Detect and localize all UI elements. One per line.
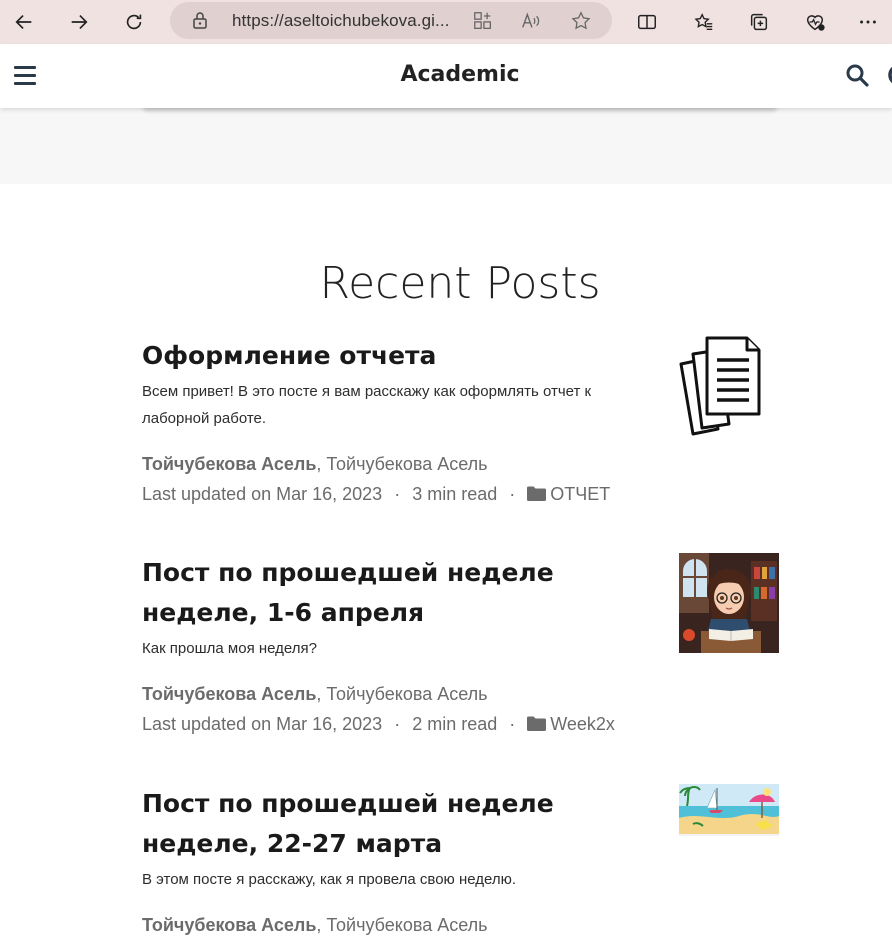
author-link[interactable]: Тойчубекова Асель xyxy=(326,915,487,935)
post-read-time: 3 min read xyxy=(412,484,498,504)
post-summary: В этом посте я расскажу, как я провела с… xyxy=(142,871,517,888)
author-separator: , xyxy=(316,454,327,474)
meta-separator: · xyxy=(509,714,516,734)
post-authors: Тойчубекова Асель, Тойчубекова Асель xyxy=(142,910,782,940)
section-title: Recent Posts xyxy=(319,258,601,309)
site-navbar: Academic xyxy=(0,44,892,108)
browser-essentials-icon[interactable] xyxy=(799,6,831,38)
girl-studying-image[interactable] xyxy=(679,553,779,653)
post-read-time: 2 min read xyxy=(412,714,498,734)
more-menu-icon[interactable] xyxy=(852,6,884,38)
theme-toggle-icon[interactable] xyxy=(885,64,892,86)
search-icon[interactable] xyxy=(845,63,869,87)
address-bar[interactable]: https://aseltoichubekova.gi... xyxy=(170,2,612,39)
post-title[interactable]: Пост по прошедшей неделе неделе, 22-27 м… xyxy=(142,784,662,864)
site-title[interactable]: Academic xyxy=(0,62,892,87)
post-authors: Тойчубекова Асель, Тойчубекова Асель xyxy=(142,449,782,479)
post-item: Пост по прошедшей неделе неделе, 22-27 м… xyxy=(142,784,782,940)
app-available-icon[interactable] xyxy=(470,8,496,34)
author-separator: , xyxy=(316,915,327,935)
post-meta: Last updated on Mar 16, 2023 · 2 min read ·… xyxy=(142,709,782,739)
meta-separator: · xyxy=(394,714,401,734)
meta-separator: · xyxy=(394,484,401,504)
favorites-icon[interactable] xyxy=(688,6,720,38)
post-category[interactable]: Week2x xyxy=(550,714,615,734)
documents-icon[interactable] xyxy=(679,336,779,436)
post-item: Пост по прошедшей неделе неделе, 1-6 апр… xyxy=(142,553,782,739)
url-text[interactable]: https://aseltoichubekova.gi... xyxy=(232,11,462,31)
author-separator: , xyxy=(316,684,327,704)
forward-arrow-icon[interactable] xyxy=(63,6,95,38)
post-item: Оформление отчета Всем привет! В это пос… xyxy=(142,336,782,509)
post-title[interactable]: Пост по прошедшей неделе неделе, 1-6 апр… xyxy=(142,553,662,633)
beach-image[interactable] xyxy=(679,784,779,836)
post-updated: Last updated on Mar 16, 2023 xyxy=(142,484,383,504)
lock-icon[interactable] xyxy=(190,10,210,30)
split-screen-icon[interactable] xyxy=(631,6,663,38)
post-category[interactable]: ОТЧЕТ xyxy=(550,484,610,504)
author-link[interactable]: Тойчубекова Асель xyxy=(326,684,487,704)
author-link[interactable]: Тойчубекова Асель xyxy=(142,915,316,935)
collections-icon[interactable] xyxy=(743,6,775,38)
post-updated: Last updated on Mar 16, 2023 xyxy=(142,714,383,734)
post-meta: Last updated on Mar 16, 2023 · 3 min read ·… xyxy=(142,479,782,509)
back-arrow-icon[interactable] xyxy=(8,6,40,38)
favorite-star-icon[interactable] xyxy=(568,8,594,34)
author-link[interactable]: Тойчубекова Асель xyxy=(142,684,316,704)
read-aloud-icon[interactable] xyxy=(518,8,544,34)
post-authors: Тойчубекова Асель, Тойчубекова Асель xyxy=(142,679,782,709)
author-link[interactable]: Тойчубекова Асель xyxy=(326,454,487,474)
post-summary: Всем привет! В это посте я вам расскажу … xyxy=(142,383,592,427)
post-summary: Как прошла моя неделя? xyxy=(142,640,317,657)
browser-toolbar: https://aseltoichubekova.gi... xyxy=(0,0,892,44)
meta-separator: · xyxy=(509,484,516,504)
reload-icon[interactable] xyxy=(118,6,150,38)
author-link[interactable]: Тойчубекова Асель xyxy=(142,454,316,474)
post-title[interactable]: Оформление отчета xyxy=(142,336,662,376)
folder-icon xyxy=(527,716,547,731)
hero-section xyxy=(0,108,892,184)
folder-icon xyxy=(527,486,547,501)
